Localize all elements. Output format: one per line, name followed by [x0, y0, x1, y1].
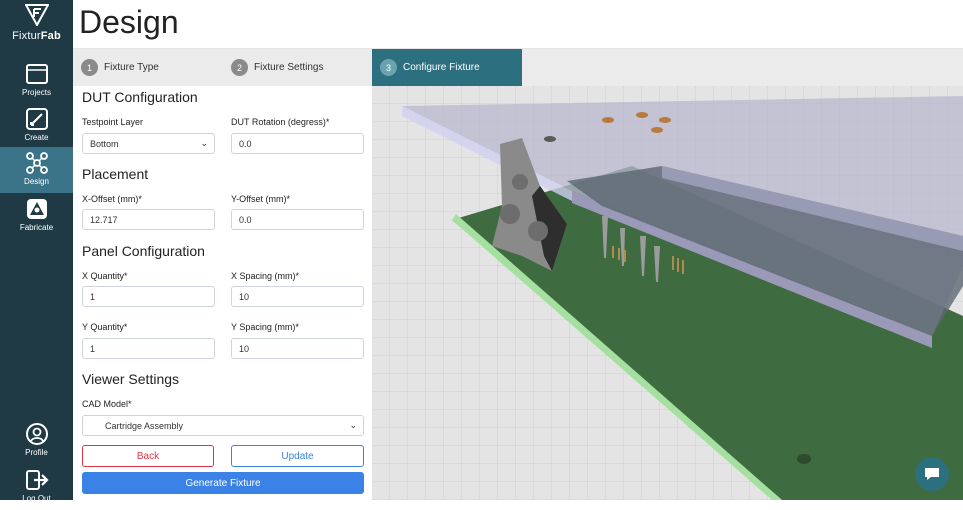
fixture-3d-render — [372, 86, 963, 500]
network-icon — [25, 152, 48, 174]
testpoint-layer-select[interactable]: Bottom ⌄ — [82, 133, 215, 154]
x-offset-label: X-Offset (mm)* — [82, 194, 142, 204]
fixturfab-logo-icon — [24, 4, 49, 26]
sidebar-item-profile[interactable]: Profile — [0, 418, 73, 464]
chevron-down-icon: ⌄ — [200, 138, 208, 148]
chat-button[interactable] — [915, 457, 949, 491]
x-spacing-label: X Spacing (mm)* — [231, 271, 300, 281]
back-button[interactable]: Back — [82, 445, 214, 467]
x-quantity-label: X Quantity* — [82, 271, 128, 281]
sidebar-item-design[interactable]: Design — [0, 147, 73, 193]
sidebar-item-label: Fabricate — [19, 223, 54, 232]
step-label: Configure Fixture — [403, 62, 480, 73]
y-spacing-label: Y Spacing (mm)* — [231, 322, 299, 332]
x-quantity-input[interactable]: 1 — [82, 286, 215, 307]
printer-icon — [26, 199, 47, 219]
sidebar-item-label: Projects — [22, 88, 51, 97]
sidebar-item-fabricate[interactable]: Fabricate — [0, 193, 73, 239]
page-title: Design — [79, 4, 179, 40]
step-fixture-settings[interactable]: 2 Fixture Settings — [223, 49, 372, 86]
step-label: Fixture Settings — [254, 62, 324, 73]
section-heading-dut: DUT Configuration — [82, 89, 198, 105]
y-quantity-input[interactable]: 1 — [82, 338, 215, 359]
wizard-steps: 1 Fixture Type 2 Fixture Settings 3 Conf… — [73, 49, 963, 86]
y-quantity-label: Y Quantity* — [82, 322, 128, 332]
dut-rotation-label: DUT Rotation (degress)* — [231, 117, 330, 127]
step-label: Fixture Type — [104, 62, 159, 73]
section-heading-panel: Panel Configuration — [82, 243, 205, 259]
y-offset-input[interactable]: 0.0 — [231, 209, 364, 230]
chevron-down-icon: ⌄ — [349, 420, 357, 430]
sidebar-item-logout[interactable]: Log Out — [0, 464, 73, 510]
testpoint-layer-label: Testpoint Layer — [82, 117, 144, 127]
step-fixture-type[interactable]: 1 Fixture Type — [73, 49, 223, 86]
step-number: 2 — [231, 59, 248, 76]
step-configure-fixture[interactable]: 3 Configure Fixture — [372, 49, 522, 86]
x-spacing-input[interactable]: 10 — [231, 286, 364, 307]
sidebar-item-label: Create — [24, 133, 49, 142]
step-number: 3 — [380, 59, 397, 76]
update-button[interactable]: Update — [231, 445, 364, 467]
generate-fixture-button[interactable]: Generate Fixture — [82, 472, 364, 494]
user-circle-icon — [25, 423, 48, 445]
brand-logo[interactable]: FixturFab — [0, 4, 73, 42]
sidebar-item-projects[interactable]: Projects — [0, 58, 73, 104]
chat-bubble-icon — [925, 468, 939, 480]
page-header: Design — [73, 0, 963, 49]
section-heading-viewer: Viewer Settings — [82, 371, 180, 387]
configuration-form: DUT Configuration Testpoint Layer Bottom… — [73, 86, 372, 500]
sidebar-item-label: Log Out — [22, 494, 51, 503]
cad-3d-viewer[interactable] — [372, 86, 963, 500]
cad-model-label: CAD Model* — [82, 399, 132, 409]
pencil-icon — [25, 108, 48, 130]
y-spacing-input[interactable]: 10 — [231, 338, 364, 359]
folder-icon — [25, 64, 48, 84]
step-number: 1 — [81, 59, 98, 76]
sidebar-item-label: Design — [24, 177, 49, 186]
y-offset-label: Y-Offset (mm)* — [231, 194, 291, 204]
x-offset-input[interactable]: 12.717 — [82, 209, 215, 230]
cad-model-select[interactable]: Cartridge Assembly ⌄ — [82, 415, 364, 436]
sidebar: FixturFab Projects Create Design Fabrica… — [0, 0, 73, 503]
sidebar-item-create[interactable]: Create — [0, 103, 73, 149]
logout-icon — [25, 470, 49, 490]
sidebar-item-label: Profile — [25, 448, 48, 457]
brand-name: FixturFab — [12, 30, 61, 42]
section-heading-placement: Placement — [82, 166, 149, 182]
dut-rotation-input[interactable]: 0.0 — [231, 133, 364, 154]
